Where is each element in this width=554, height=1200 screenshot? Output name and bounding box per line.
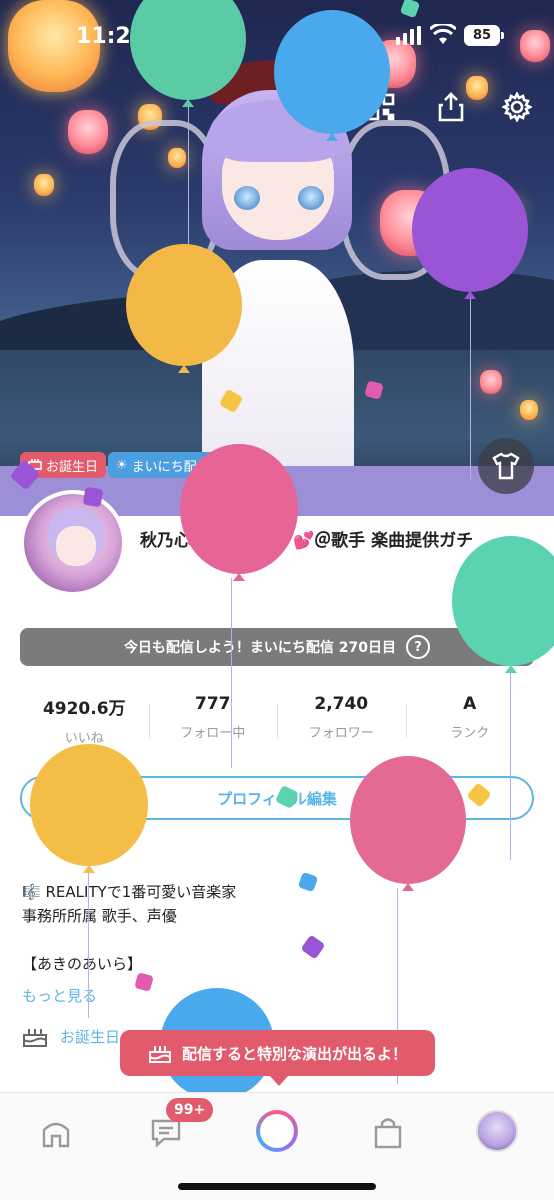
balloon [274,10,390,141]
balloon-string [510,670,511,860]
go-live-button[interactable] [256,1110,298,1152]
birthday-label: お誕生日 [60,1027,121,1046]
tshirt-icon [492,452,520,480]
balloon [126,244,242,373]
balloon [30,744,148,873]
stat-value: A [463,694,477,714]
sky-lantern [520,400,538,420]
stat-label: フォロワー [308,726,374,741]
bio-line [22,928,236,952]
settings-gear-icon[interactable] [498,88,536,126]
home-icon [42,1122,70,1148]
outfit-button[interactable] [478,438,534,494]
balloon-string [470,290,471,480]
bio-line: 【あきのあいら】 [22,955,143,973]
balloon [180,444,298,581]
signal-icon [403,33,407,45]
wifi-icon [430,24,456,44]
stream-hint-toast[interactable]: 配信すると特別な演出が出るよ！ [120,1030,435,1086]
show-more-link[interactable]: もっと見る [22,985,97,1006]
tab-home[interactable] [36,1113,76,1153]
shopping-bag-icon [374,1118,402,1149]
help-icon[interactable]: ? [406,635,431,659]
sky-lantern [480,370,502,394]
daily-streak-banner[interactable]: 今日も配信しよう！まいにち配信 270日目 ? [20,628,534,666]
share-icon[interactable] [432,88,470,126]
cake-icon [23,1029,47,1047]
bio-line: 事務所所属 歌手、声優 [22,907,177,925]
stat-rank[interactable]: A ランク [405,694,535,754]
stat-label: ランク [450,726,490,741]
sky-lantern [34,174,54,196]
balloon-string [231,578,232,768]
balloon-string [188,96,189,246]
stat-label: フォロー中 [180,726,246,741]
signal-icon [396,37,400,45]
stat-value: 777 [195,694,231,714]
tab-my-avatar[interactable] [476,1110,518,1152]
home-indicator [178,1183,376,1190]
daily-streak-text: 今日も配信しよう！まいにち配信 270日目 [123,640,397,656]
sun-icon: ☀ [116,457,128,473]
notifications-badge: 99+ [166,1098,214,1122]
tab-shop[interactable] [368,1113,408,1153]
sky-lantern [68,110,108,154]
toast-text: 配信すると特別な演出が出るよ！ [181,1044,407,1063]
cake-icon [148,1046,171,1063]
stat-followers[interactable]: 2,740 フォロワー [277,694,406,754]
signal-icon [417,26,421,45]
battery-indicator: 85 [464,25,504,46]
stat-value: 2,740 [314,694,369,714]
confetti [82,486,104,508]
stat-following[interactable]: 777 フォロー中 [148,694,278,754]
profile-bio: 🎼 REALITYで1番可愛い音楽家 事務所所属 歌手、声優 【あきのあいら】 [22,880,236,976]
chat-bubble-icon [151,1119,181,1148]
birthday-tag-label: お誕生日 [46,459,99,475]
profile-avatar[interactable] [20,490,126,596]
stat-value: 4920.6万 [42,699,126,719]
birthday-row: お誕生日 [22,1024,120,1048]
balloon-string [88,868,89,1018]
balloon [350,756,466,891]
bio-line: 🎼 REALITYで1番可愛い音楽家 [22,883,237,901]
signal-icon [410,29,414,45]
balloon [412,168,528,299]
